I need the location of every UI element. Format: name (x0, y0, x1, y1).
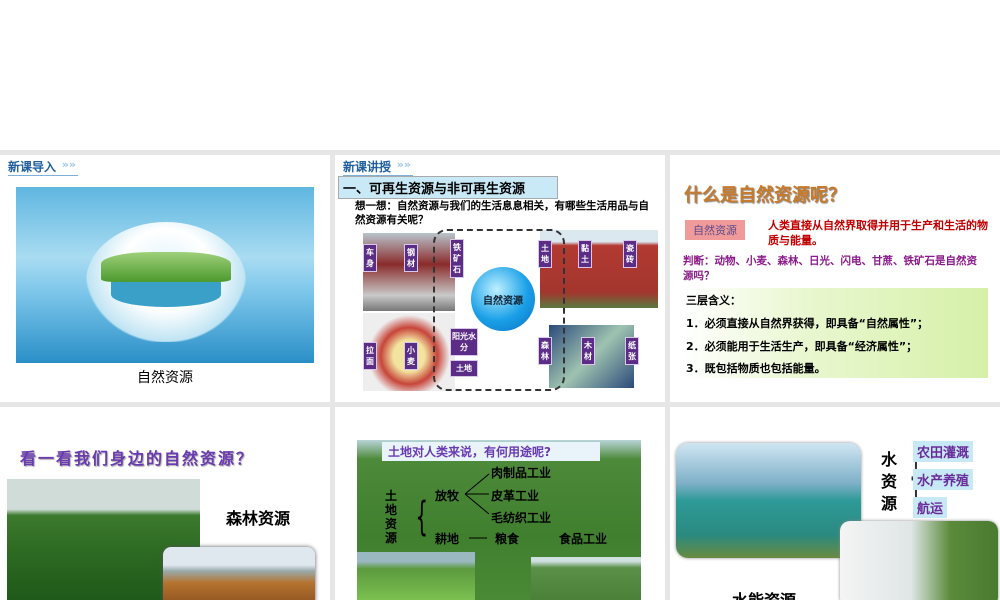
leaf-textile: 毛纺织工业 (491, 511, 552, 525)
water-resource-root: 水资源 (881, 450, 898, 513)
label-zhuan: 瓷砖 (623, 240, 637, 268)
meaning-2: 2．必须能用于生活生产，即具备“经济属性”； (686, 340, 918, 353)
question-text: 想一想：自然资源与我们的生活息息相关，有哪些生活用品与自然资源有关呢？ (355, 200, 649, 226)
slide-thumbnail-4[interactable]: 看一看我们身边的自然资源？ 森林资源 (0, 407, 330, 600)
leaf-food: 食品工业 (559, 532, 608, 546)
use-aquaculture: 水产养殖 (913, 469, 974, 490)
label-tudi: 土地 (538, 240, 552, 268)
label-lamian: 拉面 (363, 342, 377, 370)
natural-resources-sphere: 自然资源 (471, 267, 535, 331)
slide-title: 看一看我们身边的自然资源？ (20, 449, 255, 468)
dam-image (840, 521, 998, 600)
slide-caption: 森林资源 (226, 509, 291, 528)
label-senlin: 森林 (538, 337, 552, 365)
label-mucai: 木材 (581, 337, 595, 365)
slide-title: 土地对人类来说，有何用途呢? (382, 442, 600, 461)
label-zhizhang: 纸张 (625, 337, 639, 365)
leaf-meat: 肉制品工业 (491, 466, 552, 480)
term-label: 自然资源 (685, 220, 745, 240)
section-tag: 新课讲授 (343, 158, 414, 176)
slide-thumbnail-1[interactable]: 新课导入 自然资源 (0, 155, 330, 402)
slide-caption: 自然资源 (137, 370, 193, 386)
definition-text: 人类直接从自然界取得并用于生产和生活的物质与能量。 (768, 219, 988, 247)
meaning-1: 1．必须直接从自然界获得，即具备“自然属性”； (686, 317, 929, 330)
section-tag: 新课导入 (8, 158, 79, 176)
judge-text: 判断：动物、小麦、森林、日光、闪电、甘蔗、铁矿石是自然资源吗？ (683, 255, 977, 282)
node-farmland: 耕地 (435, 532, 460, 546)
slide-caption: 水能资源 (732, 587, 796, 600)
meanings-box: 三层含义： 1．必须直接从自然界获得，即具备“自然属性”； 2．必须能用于生活生… (682, 288, 988, 378)
use-irrigation: 农田灌溉 (913, 441, 974, 462)
use-shipping: 航运 (913, 497, 948, 518)
slide-title: 什么是自然资源呢？ (684, 185, 846, 206)
label-gangcai: 钢材 (404, 244, 418, 272)
slide-thumbnail-6[interactable]: 水资源 { 农田灌溉 水产养殖 航运 水能资源 (670, 407, 1000, 600)
leaf-grain: 粮食 (495, 532, 520, 546)
label-niantu: 黏土 (578, 240, 592, 268)
label-cheshen: 车身 (363, 244, 377, 272)
bridge-lake-image (676, 443, 861, 558)
meaning-3: 3．既包括物质也包括能量。 (686, 362, 826, 375)
slide-thumbnail-3[interactable]: 什么是自然资源呢？ 自然资源 人类直接从自然界取得并用于生产和生活的物质与能量。… (670, 155, 1000, 402)
terraced-field-image (357, 552, 475, 600)
slide-thumbnail-5[interactable]: 土地对人类来说，有何用途呢? 土地资源 { 放牧 耕地 肉制品工业 皮革工业 毛… (335, 407, 665, 600)
slide-heading: 一、可再生资源与非可再生资源 (338, 176, 558, 199)
label-xiaomai: 小麦 (404, 342, 418, 370)
meadow-image (531, 557, 641, 600)
brace: { (415, 494, 429, 540)
node-grazing: 放牧 (435, 489, 460, 503)
lumber-yard-image (163, 547, 315, 600)
leaf-leather: 皮革工业 (491, 489, 540, 503)
heart-landscape-image (16, 187, 314, 363)
label-yangguang: 阳光水分 (450, 328, 478, 356)
tree-root: 土地资源 (385, 489, 398, 545)
label-tiekuang: 铁矿石 (450, 239, 464, 278)
label-tudi2: 土地 (450, 360, 478, 377)
meanings-title: 三层含义： (686, 294, 741, 307)
slide-thumbnail-2[interactable]: 新课讲授 一、可再生资源与非可再生资源 想一想：自然资源与我们的生活息息相关，有… (335, 155, 665, 402)
